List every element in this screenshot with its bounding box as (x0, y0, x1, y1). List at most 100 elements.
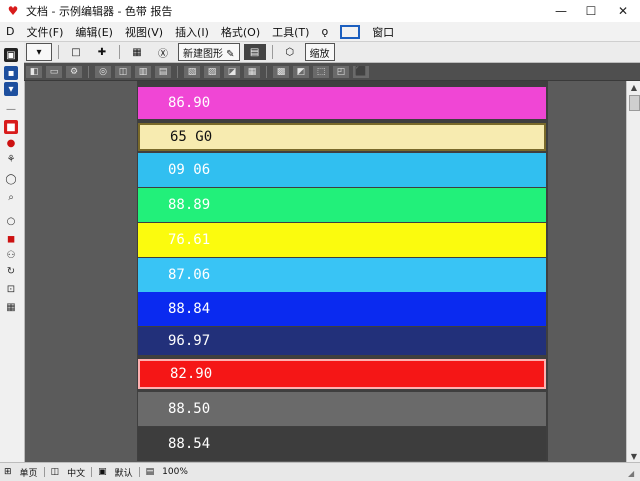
toolbar-new-shape-button[interactable]: 新建图形 ✎ (178, 43, 240, 61)
line-tool-icon[interactable]: — (4, 102, 18, 116)
resize-grip-icon[interactable]: ◢ (628, 469, 638, 479)
format-toolbar-separator (88, 65, 89, 78)
close-button[interactable]: ✕ (606, 0, 640, 22)
toolbar-separator (119, 45, 120, 59)
menu-item-edit[interactable]: 编辑(E) (69, 24, 119, 40)
format-tool-6[interactable]: ▥ (135, 65, 151, 78)
shape-tool-icon[interactable]: ▾ (4, 82, 18, 96)
hand-tool-icon[interactable]: ○ (4, 214, 18, 228)
scroll-down-icon[interactable]: ▼ (627, 450, 640, 462)
minimize-button[interactable]: — (546, 0, 576, 22)
format-tool-10[interactable]: ◪ (224, 65, 240, 78)
document-page[interactable]: 86.90 65 G0 09 06 88.89 76.61 87.06 88.84 96.97… (137, 81, 548, 461)
rotate-tool-icon[interactable]: ↻ (4, 264, 18, 278)
status-bar: ⊞ 单页 ◫ 中文 ▣ 默认 ▤ 100% ◢ (0, 462, 640, 481)
status-style-icon[interactable]: ▣ (94, 467, 111, 477)
status-separator (138, 467, 140, 477)
format-tool-4[interactable]: ◎ (95, 65, 111, 78)
scroll-up-icon[interactable]: ▲ (627, 81, 640, 93)
color-strip[interactable]: 86.90 (138, 87, 546, 119)
strip-value-label: 76.61 (168, 232, 211, 248)
format-tool-15[interactable]: ◰ (333, 65, 349, 78)
format-tool-3[interactable]: ⚙ (66, 65, 82, 78)
status-separator (91, 467, 93, 477)
strip-value-label: 82.90 (170, 366, 213, 382)
vertical-scrollbar[interactable]: ▲ ▼ (626, 81, 640, 462)
color-strip[interactable]: 82.90 (138, 359, 546, 389)
menu-item-extra[interactable]: ǫ (315, 25, 334, 38)
grid-tool-icon[interactable]: ▦ (4, 300, 18, 314)
document-canvas[interactable]: 86.90 65 G0 09 06 88.89 76.61 87.06 88.84 96.97… (25, 81, 626, 462)
toolbar-dropdown-button[interactable]: ▾ (26, 43, 52, 61)
toolbar-separator (271, 45, 273, 59)
toolbar-grid-button[interactable]: ▦ (126, 44, 148, 60)
status-zoom-icon[interactable]: ▤ (142, 467, 159, 477)
strip-value-label: 09 06 (168, 162, 211, 178)
status-zoom[interactable]: 100% (158, 467, 192, 477)
select-tool-icon[interactable]: ▣ (4, 48, 18, 62)
menu-frame-box[interactable] (340, 24, 361, 39)
eyedropper-tool-icon[interactable]: ◯ (4, 172, 18, 186)
strip-value-label: 88.50 (168, 401, 211, 417)
format-tool-1[interactable]: ◧ (26, 65, 42, 78)
strip-value-label: 96.97 (168, 333, 211, 349)
zoom-tool-icon[interactable]: ⌕ (4, 190, 18, 204)
text-tool-icon[interactable]: ⚇ (4, 248, 18, 262)
color-strip[interactable]: 09 06 (138, 153, 546, 187)
status-layout-icon[interactable]: ⊞ (0, 467, 16, 477)
pen-tool-icon[interactable]: ● (4, 136, 18, 150)
toolbar-layer-button[interactable]: ▤ (243, 44, 266, 60)
format-tool-12[interactable]: ▩ (273, 65, 289, 78)
color-strip[interactable]: 88.84 (138, 292, 546, 326)
menu-item-format[interactable]: 格式(O) (215, 24, 266, 40)
toolbar-new-button[interactable]: □ (65, 44, 87, 60)
toolbar-shape-button[interactable]: ⬡ (279, 44, 301, 60)
crop-tool-icon[interactable]: ⊡ (4, 282, 18, 296)
color-strip[interactable]: 87.06 (138, 258, 546, 292)
toolbar-separator (58, 45, 59, 59)
menu-item-d[interactable]: D (0, 25, 20, 38)
color-strip[interactable]: 76.61 (138, 223, 546, 257)
strip-value-label: 65 G0 (170, 129, 213, 145)
menu-item-file[interactable]: 文件(F) (20, 24, 69, 40)
fill-tool-icon[interactable]: ■ (4, 120, 18, 134)
format-tool-13[interactable]: ◩ (293, 65, 309, 78)
format-tool-5[interactable]: ◫ (115, 65, 131, 78)
format-tool-8[interactable]: ▧ (184, 65, 200, 78)
menu-item-insert[interactable]: 插入(I) (169, 24, 215, 40)
brush-tool-icon[interactable]: ⚘ (4, 152, 18, 166)
color-strip[interactable]: 65 G0 (138, 123, 546, 151)
status-view-icon[interactable]: ◫ (47, 467, 64, 477)
format-tool-7[interactable]: ▤ (155, 65, 171, 78)
format-tool-2[interactable]: ▭ (46, 65, 62, 78)
format-tool-9[interactable]: ▨ (204, 65, 220, 78)
color-strip[interactable]: 96.97 (138, 327, 546, 355)
frame-tool-icon[interactable]: ▪ (4, 66, 18, 80)
status-page-mode[interactable]: 单页 (16, 466, 42, 479)
menu-item-tools[interactable]: 工具(T) (266, 24, 315, 40)
format-toolbar-separator (266, 65, 267, 78)
status-style[interactable]: 默认 (111, 466, 137, 479)
left-toolbar: ▣ ▪ ▾ — ■ ● ⚘ ◯ ⌕ ○ ◼ ⚇ ↻ ⊡ ▦ (0, 42, 25, 462)
window-title: 文档 - 示例编辑器 - 色带 报告 (26, 5, 173, 18)
toolbar-close-doc-button[interactable]: Ⓧ (152, 44, 174, 60)
scroll-thumb[interactable] (629, 95, 640, 111)
format-toolbar: ◧ ▭ ⚙ ◎ ◫ ▥ ▤ ▧ ▨ ◪ ▦ ▩ ◩ ⬚ ◰ ⬛ (24, 63, 640, 81)
eraser-tool-icon[interactable]: ◼ (4, 232, 18, 246)
status-language[interactable]: 中文 (63, 466, 89, 479)
color-strip[interactable]: 88.50 (138, 392, 546, 426)
color-strip[interactable]: 88.89 (138, 188, 546, 222)
strip-value-label: 88.89 (168, 197, 211, 213)
format-tool-11[interactable]: ▦ (244, 65, 260, 78)
color-strip[interactable]: 88.54 (138, 427, 546, 461)
format-tool-16[interactable]: ⬛ (353, 65, 369, 78)
format-tool-14[interactable]: ⬚ (313, 65, 329, 78)
menu-item-window[interactable]: 窗口 (366, 24, 400, 40)
toolbar-add-button[interactable]: ✚ (91, 44, 113, 60)
maximize-button[interactable]: ☐ (576, 0, 606, 22)
format-toolbar-separator (177, 65, 178, 78)
strip-value-label: 87.06 (168, 267, 211, 283)
menu-item-view[interactable]: 视图(V) (119, 24, 169, 40)
toolbar-zoom-button[interactable]: 缩放 (304, 43, 335, 61)
menu-bar: D 文件(F) 编辑(E) 视图(V) 插入(I) 格式(O) 工具(T) ǫ … (0, 22, 640, 42)
